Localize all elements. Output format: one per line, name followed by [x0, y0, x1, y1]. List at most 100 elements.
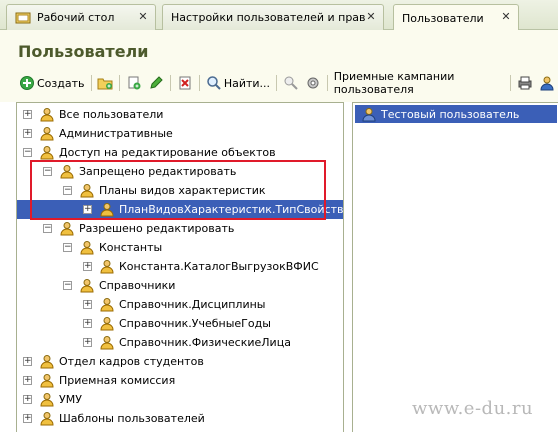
tab-desktop-label: Рабочий стол: [37, 11, 115, 24]
expand-icon[interactable]: +: [23, 414, 32, 423]
settings-button[interactable]: [302, 73, 324, 93]
user-group-icon: [39, 126, 55, 141]
campaigns-button[interactable]: Приемные кампании пользователя: [331, 70, 507, 96]
tree-row-label: Приемная комиссия: [59, 374, 176, 387]
tree-row[interactable]: + Справочник.ФизическиеЛица: [17, 333, 343, 352]
collapse-icon[interactable]: −: [43, 224, 52, 233]
tree-row-label: Административные: [59, 127, 173, 140]
create-button[interactable]: Создать: [16, 73, 88, 93]
user-icon: [361, 107, 377, 122]
toolbar-divider: [198, 75, 200, 91]
watermark: www.e-du.ru: [412, 398, 534, 419]
campaigns-label: Приемные кампании пользователя: [333, 70, 455, 96]
user-group-icon: [39, 354, 55, 369]
tree-row[interactable]: − Справочники: [17, 276, 343, 295]
list-item[interactable]: Тестовый пользователь: [355, 105, 557, 123]
list-item-label: Тестовый пользователь: [381, 107, 520, 121]
user-group-icon: [99, 259, 115, 274]
expand-icon[interactable]: +: [83, 319, 92, 328]
toolbar-divider: [510, 75, 511, 91]
tab-bar: Рабочий стол ✕ Настройки пользователей и…: [0, 0, 558, 31]
expand-icon[interactable]: +: [83, 262, 92, 271]
create-group-button[interactable]: [94, 73, 116, 93]
tree-row-label: Справочники: [99, 279, 176, 292]
tree-row-label: Разрешено редактировать: [79, 222, 235, 235]
form-header: Пользователи Создать Найти... Приемные к…: [0, 30, 558, 102]
tree-row[interactable]: + Константа.КаталогВыгрузокВФИС: [17, 257, 343, 276]
user-group-icon: [39, 411, 55, 426]
toolbar-divider: [119, 75, 121, 91]
tree-row-label: Шаблоны пользователей: [59, 412, 205, 425]
tab-desktop[interactable]: Рабочий стол ✕: [6, 4, 156, 30]
copy-button[interactable]: [123, 73, 145, 93]
tree-row[interactable]: + Шаблоны пользователей: [17, 409, 343, 428]
expand-icon[interactable]: +: [23, 395, 32, 404]
user-group-icon: [79, 240, 95, 255]
user-group-icon: [39, 145, 55, 160]
tree-row[interactable]: + Приемная комиссия: [17, 371, 343, 390]
edit-button[interactable]: [145, 73, 167, 93]
highlight-frame: [30, 160, 326, 220]
print-button[interactable]: [514, 73, 536, 93]
tab-user-settings-label: Настройки пользователей и прав: [171, 11, 366, 24]
tree-row-label: Константы: [99, 241, 163, 254]
tab-user-settings[interactable]: Настройки пользователей и прав ✕: [162, 4, 384, 30]
user-icon: [539, 75, 555, 91]
user-group-icon: [99, 297, 115, 312]
delete-button[interactable]: [174, 73, 196, 93]
tree-row[interactable]: − Константы: [17, 238, 343, 257]
tree-row[interactable]: + Административные: [17, 124, 343, 143]
user-groups-tree[interactable]: + Все пользователи + Административные − Досту…: [16, 102, 344, 432]
cancel-search-icon: [283, 75, 299, 91]
page-title: Пользователи: [18, 42, 149, 61]
print-icon: [517, 75, 533, 91]
user-group-icon: [99, 316, 115, 331]
gear-icon: [305, 75, 321, 91]
collapse-icon[interactable]: −: [63, 243, 72, 252]
users-button[interactable]: [536, 73, 558, 93]
toolbar-divider: [90, 75, 92, 91]
tree-row-label: Справочник.ФизическиеЛица: [119, 336, 291, 349]
tree-row-label: Отдел кадров студентов: [59, 355, 204, 368]
expand-icon[interactable]: +: [23, 357, 32, 366]
tree-row-label: УМУ: [59, 393, 82, 406]
tree-row[interactable]: − Разрешено редактировать: [17, 219, 343, 238]
add-icon: [19, 75, 35, 91]
copy-icon: [126, 75, 142, 91]
tree-row[interactable]: + УМУ: [17, 390, 343, 409]
user-group-icon: [59, 221, 75, 236]
tree-row[interactable]: + Отдел кадров студентов: [17, 352, 343, 371]
user-group-icon: [39, 107, 55, 122]
search-icon: [206, 75, 222, 91]
expand-icon[interactable]: +: [23, 129, 32, 138]
tree-row-label: Константа.КаталогВыгрузокВФИС: [119, 260, 319, 273]
close-icon[interactable]: ✕: [500, 11, 512, 23]
create-label: Создать: [37, 76, 85, 90]
tree-row-label: Все пользователи: [59, 108, 164, 121]
user-group-icon: [79, 278, 95, 293]
home-icon: [15, 11, 31, 25]
toolbar-divider: [170, 75, 171, 91]
pencil-icon: [148, 75, 164, 91]
find-button[interactable]: Найти...: [203, 73, 273, 93]
folder-add-icon: [97, 75, 113, 91]
users-list[interactable]: Тестовый пользователь: [352, 102, 558, 432]
expand-icon[interactable]: +: [23, 110, 32, 119]
user-group-icon: [39, 392, 55, 407]
close-icon[interactable]: ✕: [365, 11, 377, 23]
expand-icon[interactable]: +: [23, 376, 32, 385]
tree-row-label: Доступ на редактирование объектов: [59, 146, 276, 159]
close-icon[interactable]: ✕: [137, 11, 149, 23]
tree-row[interactable]: + Все пользователи: [17, 105, 343, 124]
collapse-icon[interactable]: −: [63, 281, 72, 290]
tree-row[interactable]: + Справочник.УчебныеГоды: [17, 314, 343, 333]
collapse-icon[interactable]: −: [23, 148, 32, 157]
tab-users[interactable]: Пользователи ✕: [393, 4, 519, 31]
toolbar-divider: [326, 75, 328, 91]
expand-icon[interactable]: +: [83, 300, 92, 309]
cancel-search-button[interactable]: [280, 73, 302, 93]
user-group-icon: [99, 335, 115, 350]
find-label: Найти...: [223, 76, 271, 90]
tree-row[interactable]: + Справочник.Дисциплины: [17, 295, 343, 314]
expand-icon[interactable]: +: [83, 338, 92, 347]
